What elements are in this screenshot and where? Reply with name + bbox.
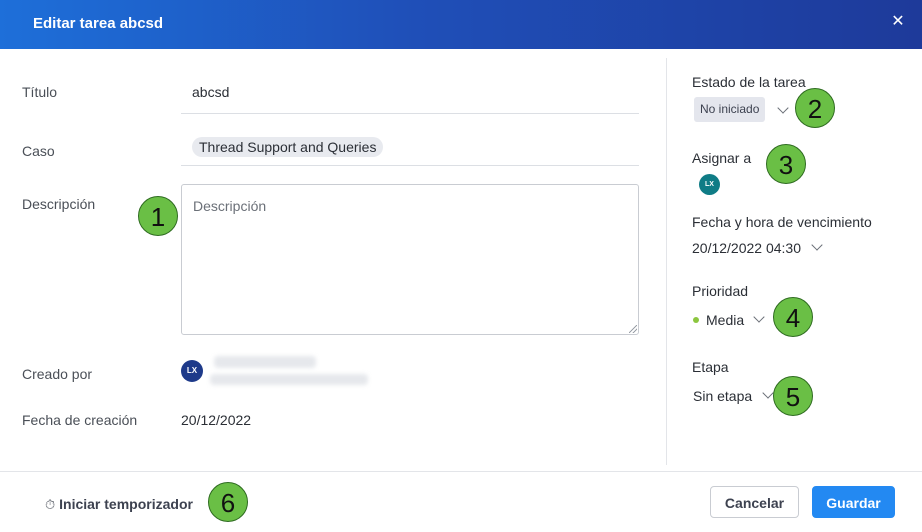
estado-select[interactable]: No iniciado	[694, 97, 766, 122]
titulo-underline	[181, 113, 639, 114]
resize-handle-icon[interactable]	[629, 325, 637, 333]
vencimiento-select[interactable]: 20/12/2022 04:30	[692, 240, 801, 256]
assignee-avatar[interactable]: LX	[699, 174, 720, 195]
etapa-label: Etapa	[692, 359, 729, 375]
creator-name-redacted	[214, 356, 316, 368]
start-timer-label: Iniciar temporizador	[59, 496, 193, 512]
close-icon[interactable]: ✕	[888, 12, 908, 32]
chevron-down-icon[interactable]	[762, 387, 774, 399]
titulo-label: Título	[22, 84, 58, 100]
annotation-badge-4: 4	[773, 297, 813, 337]
footer-divider	[0, 471, 922, 472]
caso-label: Caso	[22, 143, 55, 159]
priority-dot-icon	[693, 317, 699, 323]
annotation-badge-1: 1	[138, 196, 178, 236]
fecha-creacion-label: Fecha de creación	[22, 412, 138, 428]
cancel-button[interactable]: Cancelar	[710, 486, 799, 518]
fecha-creacion-value: 20/12/2022	[181, 412, 252, 428]
annotation-badge-5: 5	[773, 376, 813, 416]
caso-underline	[181, 165, 639, 166]
prioridad-label: Prioridad	[692, 283, 749, 299]
caso-chip[interactable]: Thread Support and Queries	[192, 137, 384, 157]
dialog-header: Editar tarea abcsd ✕	[0, 0, 922, 49]
descripcion-placeholder: Descripción	[193, 198, 267, 214]
annotation-badge-3: 3	[766, 144, 806, 184]
chevron-down-icon[interactable]	[811, 239, 823, 251]
creado-por-label: Creado por	[22, 366, 93, 382]
etapa-select[interactable]: Sin etapa	[693, 388, 752, 404]
save-button[interactable]: Guardar	[812, 486, 895, 518]
creator-email-redacted	[210, 374, 368, 385]
estado-label: Estado de la tarea	[692, 74, 806, 90]
start-timer-button[interactable]: ⏱ Iniciar temporizador	[45, 496, 193, 513]
annotation-badge-6: 6	[208, 482, 248, 522]
creator-avatar: LX	[181, 360, 203, 382]
prioridad-select[interactable]: Media	[706, 312, 744, 328]
titulo-input[interactable]: abcsd	[192, 84, 229, 100]
chevron-down-icon[interactable]	[753, 311, 765, 323]
stopwatch-icon: ⏱	[45, 497, 56, 512]
vencimiento-label: Fecha y hora de vencimiento	[692, 214, 872, 230]
vertical-divider	[666, 58, 667, 465]
dialog-title: Editar tarea abcsd	[33, 15, 164, 32]
chevron-down-icon[interactable]	[777, 102, 789, 114]
asignar-label: Asignar a	[692, 150, 752, 166]
descripcion-label: Descripción	[22, 196, 96, 212]
descripcion-textarea[interactable]: Descripción	[181, 184, 639, 335]
annotation-badge-2: 2	[795, 88, 835, 128]
